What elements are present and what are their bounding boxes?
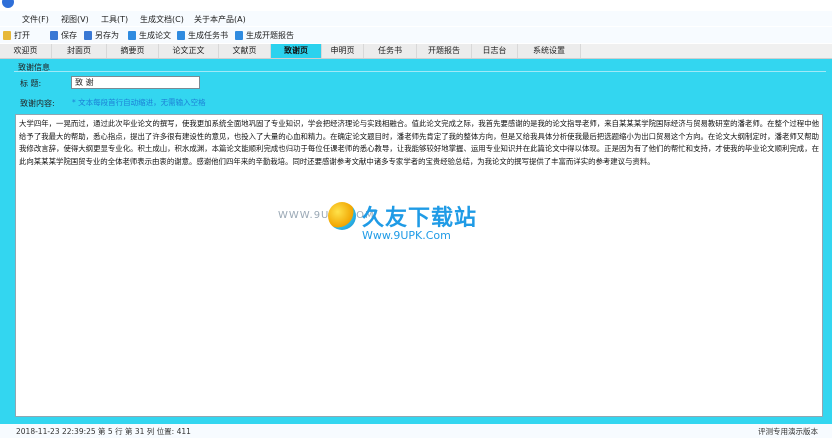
menu-view[interactable]: 视图(V) (61, 14, 89, 25)
document-icon (128, 30, 136, 40)
tab-declaration[interactable]: 申明页 (322, 44, 364, 58)
app-logo-icon (2, 0, 14, 8)
generate-paper-button[interactable]: 生成论文 (128, 29, 171, 41)
generate-proposal-button[interactable]: 生成开题报告 (235, 29, 294, 41)
title-input[interactable]: 致 谢 (71, 76, 200, 89)
menu-tools[interactable]: 工具(T) (101, 14, 128, 25)
open-button[interactable]: 打开 (3, 29, 30, 41)
status-edition: 评测专用演示版本 (758, 427, 818, 436)
generate-paper-label: 生成论文 (139, 30, 171, 40)
menu-about[interactable]: 关于本产品(A) (194, 14, 246, 25)
generate-task-label: 生成任务书 (188, 30, 228, 40)
menu-bar: 文件(F) 视图(V) 工具(T) 生成文档(C) 关于本产品(A) (0, 11, 832, 26)
document-icon (177, 30, 185, 40)
tab-references[interactable]: 文献页 (219, 44, 271, 58)
tab-cover[interactable]: 封面页 (52, 44, 107, 58)
status-cursor-info: 2018-11-23 22:39:25 第 5 行 第 31 列 位置: 411 (16, 427, 191, 436)
menu-file[interactable]: 文件(F) (22, 14, 49, 25)
acknowledgement-panel: 致谢信息 标 题: 致 谢 致谢内容: * 文本每段首行自动缩进，无需输入空格 … (0, 59, 832, 424)
folder-open-icon (3, 30, 11, 40)
tab-welcome[interactable]: 欢迎页 (0, 44, 52, 58)
save-disk-icon (50, 30, 58, 40)
status-bar: 2018-11-23 22:39:25 第 5 行 第 31 列 位置: 411… (0, 424, 832, 438)
tab-settings[interactable]: 系统设置 (518, 44, 581, 58)
tab-strip: 欢迎页 封面页 摘要页 论文正文 文献页 致谢页 申明页 任务书 开题报告 日志… (0, 44, 832, 59)
tab-acknowledgement[interactable]: 致谢页 (271, 44, 322, 58)
acknowledgement-text-editor[interactable]: 大学四年，一晃而过，通过此次毕业论文的撰写，使我更加系统全面地巩固了专业知识，学… (15, 114, 823, 417)
open-label: 打开 (14, 30, 30, 40)
save-as-button[interactable]: 另存为 (84, 29, 119, 41)
generate-task-button[interactable]: 生成任务书 (177, 29, 228, 41)
tab-task-book[interactable]: 任务书 (364, 44, 417, 58)
indent-hint: * 文本每段首行自动缩进，无需输入空格 (72, 98, 206, 107)
tab-abstract[interactable]: 摘要页 (107, 44, 159, 58)
group-divider (14, 71, 826, 72)
save-button[interactable]: 保存 (50, 29, 77, 41)
tab-proposal[interactable]: 开题报告 (417, 44, 472, 58)
title-bar (0, 0, 832, 9)
save-as-icon (84, 30, 92, 40)
title-label: 标 题: (20, 79, 42, 88)
save-as-label: 另存为 (95, 30, 119, 40)
tab-body[interactable]: 论文正文 (159, 44, 219, 58)
save-label: 保存 (61, 30, 77, 40)
generate-proposal-label: 生成开题报告 (246, 30, 294, 40)
tab-log[interactable]: 日志台 (472, 44, 518, 58)
toolbar: 打开 保存 另存为 生成论文 生成任务书 生成开题报告 (0, 27, 832, 43)
document-icon (235, 30, 243, 40)
menu-generate[interactable]: 生成文档(C) (140, 14, 184, 25)
content-label: 致谢内容: (20, 99, 55, 108)
